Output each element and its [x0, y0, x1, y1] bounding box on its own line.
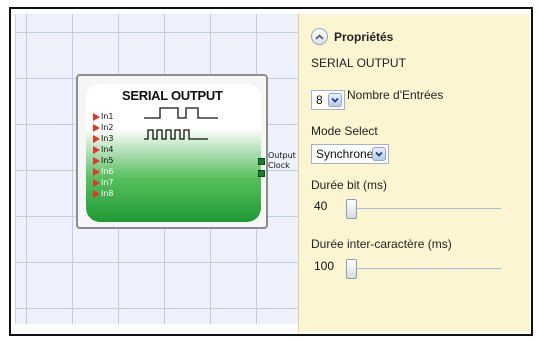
duree-bit-value: 40 [314, 199, 328, 213]
duree-inter-value: 100 [314, 259, 335, 273]
clock-port[interactable] [258, 170, 265, 177]
duree-inter-label: Durée inter-caractère (ms) [311, 237, 452, 251]
nombre-entrees-label: Nombre d'Entrées [347, 88, 444, 102]
mode-select-label: Mode Select [311, 124, 378, 138]
input-port-in4[interactable]: In4 [93, 144, 114, 155]
component-name: SERIAL OUTPUT [311, 56, 406, 70]
dropdown-arrow-icon [328, 93, 342, 107]
dropdown-arrow-icon [372, 147, 386, 161]
duree-bit-slider-track[interactable] [349, 208, 501, 210]
block-title: SERIAL OUTPUT [122, 88, 223, 103]
properties-header: Propriétés [311, 28, 393, 45]
serial-output-block[interactable]: SERIAL OUTPUT In1 In2 In3 In4 In5 In6 In… [76, 74, 296, 229]
input-port-in2[interactable]: In2 [93, 122, 114, 133]
collapse-up-icon[interactable] [311, 28, 328, 45]
input-port-in5[interactable]: In5 [93, 155, 114, 166]
clock-wave-icon [144, 129, 208, 140]
input-port-icon [93, 178, 100, 187]
input-port-icon [93, 112, 100, 121]
input-port-in7[interactable]: In7 [93, 177, 114, 188]
pulse-wave-icon [144, 107, 218, 140]
input-port-icon [93, 167, 100, 176]
input-port-icon [93, 189, 100, 198]
input-port-in8[interactable]: In8 [93, 188, 114, 199]
output-label: Output [268, 151, 296, 160]
design-canvas[interactable]: SERIAL OUTPUT In1 In2 In3 In4 In5 In6 In… [15, 14, 305, 324]
duree-inter-slider-track[interactable] [349, 268, 501, 270]
properties-title: Propriétés [334, 29, 394, 44]
duree-bit-label: Durée bit (ms) [311, 178, 388, 192]
nombre-entrees-select[interactable]: 8 [311, 90, 345, 110]
properties-panel: Propriétés SERIAL OUTPUT 8 Nombre d'Entr… [298, 14, 530, 332]
input-port-icon [93, 134, 100, 143]
input-port-icon [93, 145, 100, 154]
input-port-in1[interactable]: In1 [93, 111, 114, 122]
input-port-icon [93, 123, 100, 132]
duree-bit-slider-thumb[interactable] [346, 199, 357, 219]
input-port-in3[interactable]: In3 [93, 133, 114, 144]
input-port-icon [93, 156, 100, 165]
clock-label: Clock [268, 161, 290, 170]
output-port[interactable] [258, 158, 265, 165]
mode-select-dropdown[interactable]: Synchrone [311, 144, 389, 164]
duree-inter-slider-thumb[interactable] [346, 259, 357, 279]
input-port-in6[interactable]: In6 [93, 166, 114, 177]
